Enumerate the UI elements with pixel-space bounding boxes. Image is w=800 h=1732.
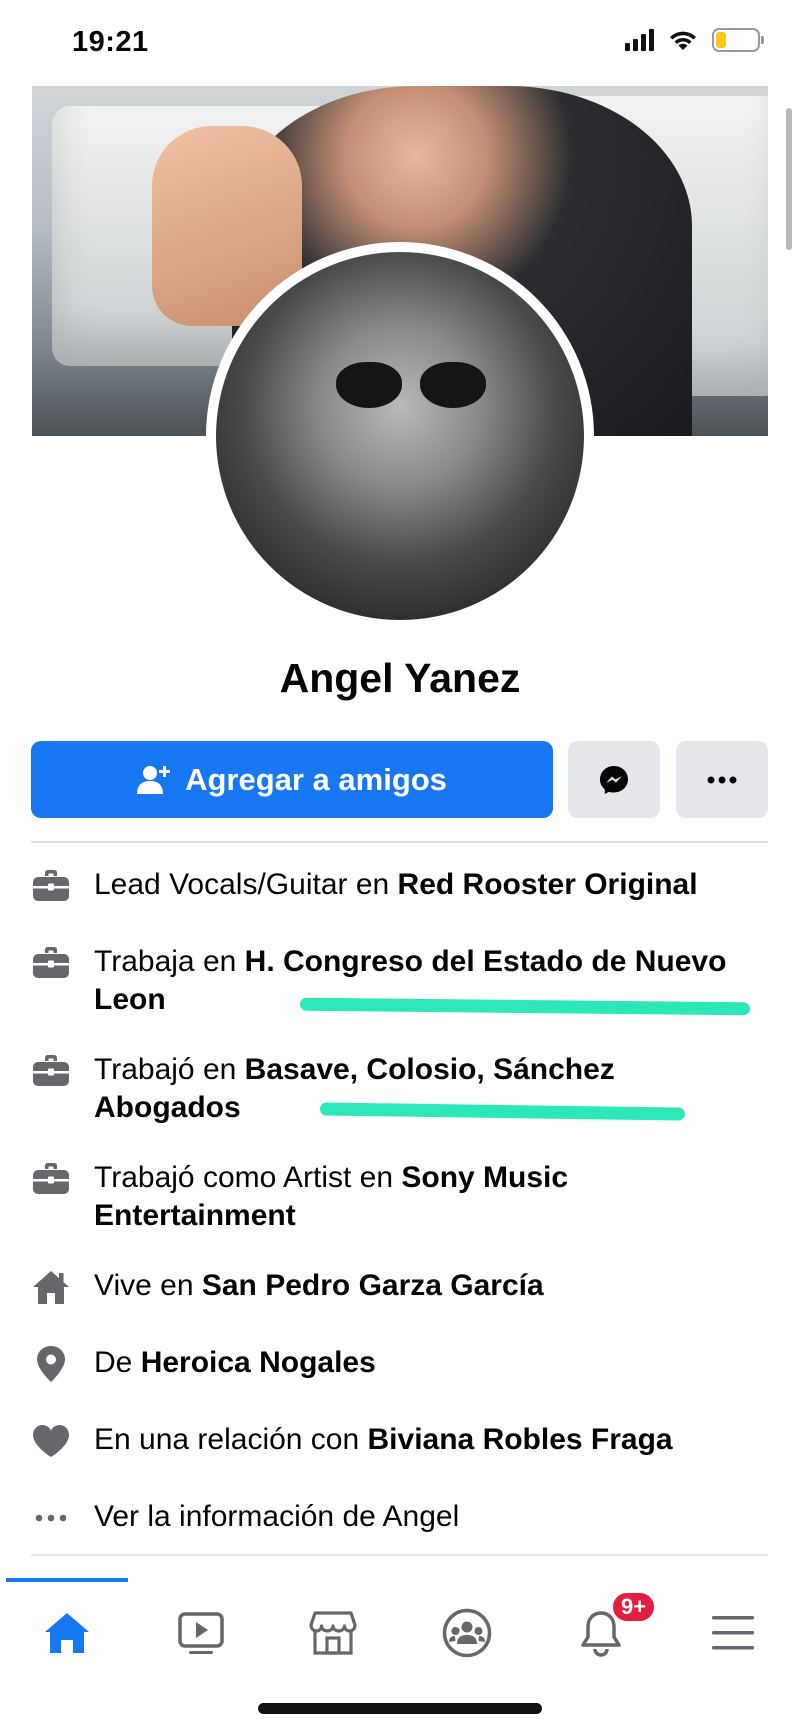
battery-icon	[712, 28, 764, 52]
heart-icon	[31, 1421, 71, 1461]
active-tab-indicator	[6, 1578, 128, 1582]
status-icons	[625, 28, 764, 52]
detail-link[interactable]: San Pedro Garza García	[202, 1269, 544, 1302]
briefcase-icon	[31, 943, 71, 983]
video-icon	[178, 1612, 224, 1654]
detail-prefix: De	[94, 1346, 141, 1379]
detail-row-home[interactable]: Vive en San Pedro Garza García	[31, 1267, 771, 1307]
detail-prefix: Trabajó como Artist en	[94, 1161, 402, 1194]
detail-link[interactable]: Heroica Nogales	[141, 1346, 376, 1379]
tab-menu[interactable]	[678, 1598, 788, 1668]
tab-home[interactable]	[12, 1598, 122, 1668]
wifi-icon	[670, 31, 696, 50]
scrollbar[interactable]	[786, 108, 792, 250]
briefcase-icon	[31, 1159, 71, 1199]
messenger-icon	[600, 765, 628, 794]
more-options-button[interactable]	[676, 741, 768, 818]
home-icon	[45, 1613, 89, 1653]
messenger-button[interactable]	[568, 741, 660, 818]
tab-video[interactable]	[146, 1598, 256, 1668]
house-icon	[31, 1267, 71, 1307]
profile-avatar[interactable]	[216, 252, 584, 620]
tab-marketplace[interactable]	[278, 1598, 388, 1668]
section-divider	[31, 841, 768, 843]
status-time: 19:21	[72, 26, 149, 58]
detail-row-relationship[interactable]: En una relación con Biviana Robles Fraga	[31, 1421, 771, 1461]
home-indicator[interactable]	[258, 1703, 542, 1714]
tab-groups[interactable]	[412, 1598, 522, 1668]
bottom-tab-bar: 9+	[0, 1578, 800, 1688]
add-person-icon	[137, 765, 171, 794]
battery-fill	[716, 32, 726, 48]
briefcase-icon	[31, 866, 71, 906]
see-about-info-link[interactable]: Ver la información de Angel	[31, 1498, 771, 1538]
ellipsis-icon	[31, 1498, 71, 1538]
marketplace-icon	[309, 1611, 357, 1655]
detail-row-work[interactable]: Trabajó como Artist en Sony Music Entert…	[31, 1159, 771, 1235]
see-about-info-label[interactable]: Ver la información de Angel	[94, 1500, 459, 1533]
detail-prefix: Trabaja en	[94, 945, 245, 978]
section-divider	[31, 1554, 768, 1556]
detail-prefix: Trabajó en	[94, 1053, 245, 1086]
menu-icon	[712, 1616, 754, 1650]
detail-prefix: Vive en	[94, 1269, 202, 1302]
detail-link[interactable]: Biviana Robles Fraga	[368, 1423, 673, 1456]
add-friend-label: Agregar a amigos	[185, 761, 447, 797]
detail-row-hometown[interactable]: De Heroica Nogales	[31, 1344, 771, 1384]
briefcase-icon	[31, 1051, 71, 1091]
cellular-signal-icon	[625, 29, 654, 51]
add-friend-button[interactable]: Agregar a amigos	[31, 741, 553, 818]
location-pin-icon	[31, 1344, 71, 1384]
detail-prefix: En una relación con	[94, 1423, 368, 1456]
profile-name: Angel Yanez	[279, 655, 521, 701]
notifications-badge: 9+	[610, 1590, 658, 1624]
detail-prefix: Lead Vocals/Guitar en	[94, 868, 398, 901]
detail-link[interactable]: Red Rooster Original	[398, 868, 698, 901]
ellipsis-icon	[707, 776, 737, 783]
status-bar: 19:21	[0, 0, 800, 84]
detail-row-work[interactable]: Lead Vocals/Guitar en Red Rooster Origin…	[31, 866, 771, 906]
groups-icon	[442, 1608, 492, 1658]
